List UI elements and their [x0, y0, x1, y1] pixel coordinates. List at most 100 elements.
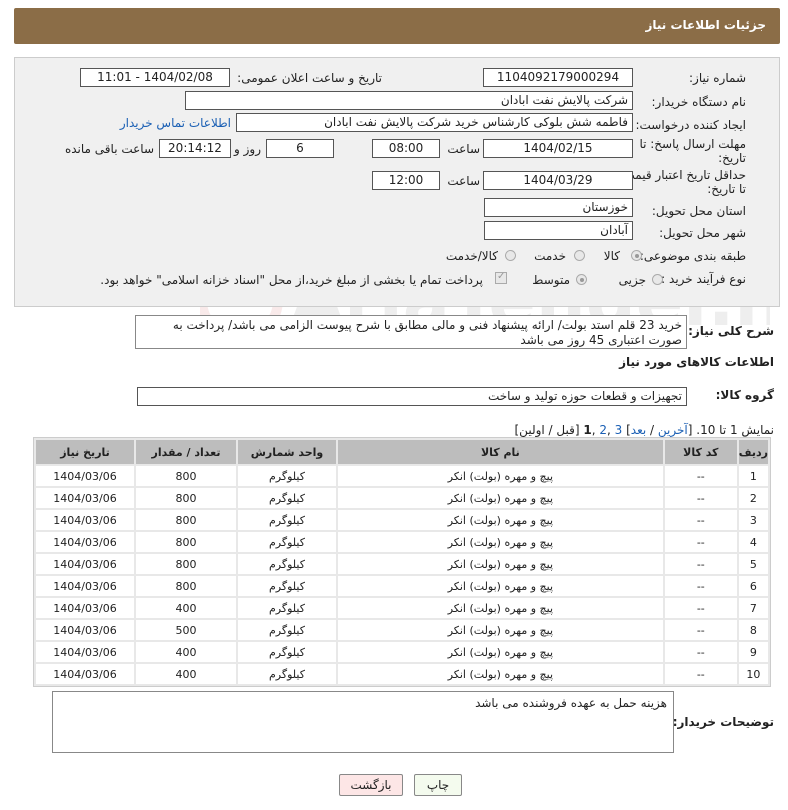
item-unit: کیلوگرم: [237, 466, 336, 486]
announce-datetime-field: 1404/02/08 - 11:01: [80, 68, 230, 87]
buyer-notes-text: هزینه حمل به عهده فروشنده می باشد: [475, 696, 667, 710]
buyer-contact-link[interactable]: اطلاعات تماس خریدار: [120, 116, 231, 130]
item-name: پیچ و مهره (بولت) انکر: [337, 620, 663, 640]
province-label: استان محل تحویل:: [651, 204, 746, 218]
category-radio-service[interactable]: [574, 250, 585, 261]
row-number: 6: [738, 576, 768, 596]
item-code: --: [664, 466, 737, 486]
row-number: 3: [738, 510, 768, 530]
item-code: --: [664, 598, 737, 618]
col-need-date: تاریخ نیاز: [36, 440, 135, 464]
creator-label: ایجاد کننده درخواست:: [635, 118, 746, 132]
price-validity-time-label: ساعت: [447, 174, 480, 188]
announce-datetime-label: تاریخ و ساعت اعلان عمومی:: [237, 71, 382, 85]
item-quantity: 400: [136, 642, 236, 662]
description-text: خرید 23 قلم استد بولت/ ارائه پیشنهاد فنی…: [172, 318, 682, 347]
item-code: --: [664, 664, 737, 684]
row-number: 1: [738, 466, 768, 486]
category-label: طبقه بندی موضوعی:: [639, 249, 746, 263]
item-need-date: 1404/03/06: [36, 620, 135, 640]
item-need-date: 1404/03/06: [36, 532, 135, 552]
pagination-last-link[interactable]: آخرین: [658, 423, 688, 437]
col-code: کد کالا: [664, 440, 737, 464]
item-quantity: 800: [136, 532, 236, 552]
item-quantity: 800: [136, 466, 236, 486]
pagination-page-2[interactable]: 2: [599, 423, 607, 437]
item-need-date: 1404/03/06: [36, 466, 135, 486]
goods-group-label: گروه کالا:: [715, 388, 774, 402]
remaining-time-field: 20:14:12: [159, 139, 231, 158]
process-radio-medium[interactable]: [576, 274, 587, 285]
need-number-field: 1104092179000294: [483, 68, 633, 87]
table-row: 5 -- پیچ و مهره (بولت) انکر کیلوگرم 800 1404/…: [36, 554, 768, 574]
price-validity-label-date: تا تاریخ:: [707, 182, 746, 196]
category-radio-goods[interactable]: [631, 250, 642, 261]
table-row: 1 -- پیچ و مهره (بولت) انکر کیلوگرم 800 1404/…: [36, 466, 768, 486]
treasury-payment-note: پرداخت تمام یا بخشی از مبلغ خرید،از محل …: [100, 273, 483, 287]
item-need-date: 1404/03/06: [36, 598, 135, 618]
days-label: روز و: [234, 142, 261, 156]
item-code: --: [664, 642, 737, 662]
pagination: نمایش 1 تا 10. [آخرین / بعد] 3 ,2 ,1 [قب…: [514, 423, 775, 437]
treasury-payment-checkbox[interactable]: [495, 271, 507, 284]
category-radio-goods-service[interactable]: [505, 250, 516, 261]
item-quantity: 400: [136, 598, 236, 618]
item-need-date: 1404/03/06: [36, 664, 135, 684]
back-button[interactable]: بازگشت: [339, 774, 403, 796]
buyer-org-label: نام دستگاه خریدار:: [651, 95, 747, 109]
row-number: 2: [738, 488, 768, 508]
need-number-label: شماره نیاز:: [689, 71, 746, 85]
deadline-label-date: تاریخ:: [718, 151, 746, 165]
item-name: پیچ و مهره (بولت) انکر: [337, 598, 663, 618]
price-validity-date-field: 1404/03/29: [483, 171, 633, 190]
category-option-goods-service: کالا/خدمت: [445, 249, 498, 263]
deadline-label: مهلت ارسال پاسخ: تا: [639, 137, 746, 151]
pagination-prefix: نمایش 1 تا 10. [: [687, 423, 774, 437]
buyer-notes-textarea[interactable]: هزینه حمل به عهده فروشنده می باشد: [52, 691, 674, 753]
process-type-label: نوع فرآیند خرید :: [661, 272, 746, 286]
goods-table: ردیف کد کالا نام کالا واحد شمارش تعداد /…: [33, 437, 771, 687]
category-option-goods: کالا: [603, 249, 620, 263]
item-name: پیچ و مهره (بولت) انکر: [337, 510, 663, 530]
table-row: 9 -- پیچ و مهره (بولت) انکر کیلوگرم 400 1404/…: [36, 642, 768, 662]
process-radio-minor[interactable]: [652, 274, 663, 285]
col-row: ردیف: [738, 440, 768, 464]
category-option-service: خدمت: [534, 249, 566, 263]
city-label: شهر محل تحویل:: [659, 226, 746, 240]
goods-table-header: ردیف کد کالا نام کالا واحد شمارش تعداد /…: [36, 440, 768, 464]
item-unit: کیلوگرم: [237, 664, 336, 684]
buyer-org-field: شرکت پالایش نفت ابادان: [185, 91, 633, 110]
pagination-page-1: 1: [583, 423, 592, 437]
price-validity-label: حداقل تاریخ اعتبار قیمت:: [619, 168, 746, 182]
item-quantity: 800: [136, 576, 236, 596]
row-number: 9: [738, 642, 768, 662]
item-need-date: 1404/03/06: [36, 642, 135, 662]
item-unit: کیلوگرم: [237, 642, 336, 662]
province-field: خوزستان: [484, 198, 633, 217]
item-quantity: 400: [136, 664, 236, 684]
goods-group-field: تجهیزات و قطعات حوزه تولید و ساخت: [137, 387, 687, 406]
table-row: 7 -- پیچ و مهره (بولت) انکر کیلوگرم 400 1404/…: [36, 598, 768, 618]
table-row: 3 -- پیچ و مهره (بولت) انکر کیلوگرم 800 1404/…: [36, 510, 768, 530]
description-textarea[interactable]: خرید 23 قلم استد بولت/ ارائه پیشنهاد فنی…: [135, 315, 687, 349]
table-row: 8 -- پیچ و مهره (بولت) انکر کیلوگرم 500 1404/…: [36, 620, 768, 640]
item-code: --: [664, 488, 737, 508]
item-quantity: 500: [136, 620, 236, 640]
pagination-next-link[interactable]: بعد: [631, 423, 646, 437]
item-unit: کیلوگرم: [237, 576, 336, 596]
row-number: 7: [738, 598, 768, 618]
item-code: --: [664, 620, 737, 640]
row-number: 5: [738, 554, 768, 574]
row-number: 8: [738, 620, 768, 640]
item-code: --: [664, 576, 737, 596]
print-button[interactable]: چاپ: [414, 774, 462, 796]
table-row: 2 -- پیچ و مهره (بولت) انکر کیلوگرم 800 1404/…: [36, 488, 768, 508]
item-quantity: 800: [136, 510, 236, 530]
item-name: پیچ و مهره (بولت) انکر: [337, 488, 663, 508]
buyer-notes-label: توضیحات خریدار:: [672, 715, 774, 729]
table-row: 10 -- پیچ و مهره (بولت) انکر کیلوگرم 400 1404…: [36, 664, 768, 684]
row-number: 10: [738, 664, 768, 684]
item-code: --: [664, 510, 737, 530]
pagination-page-3[interactable]: 3: [615, 423, 623, 437]
description-label: شرح کلی نیاز:: [688, 324, 774, 338]
